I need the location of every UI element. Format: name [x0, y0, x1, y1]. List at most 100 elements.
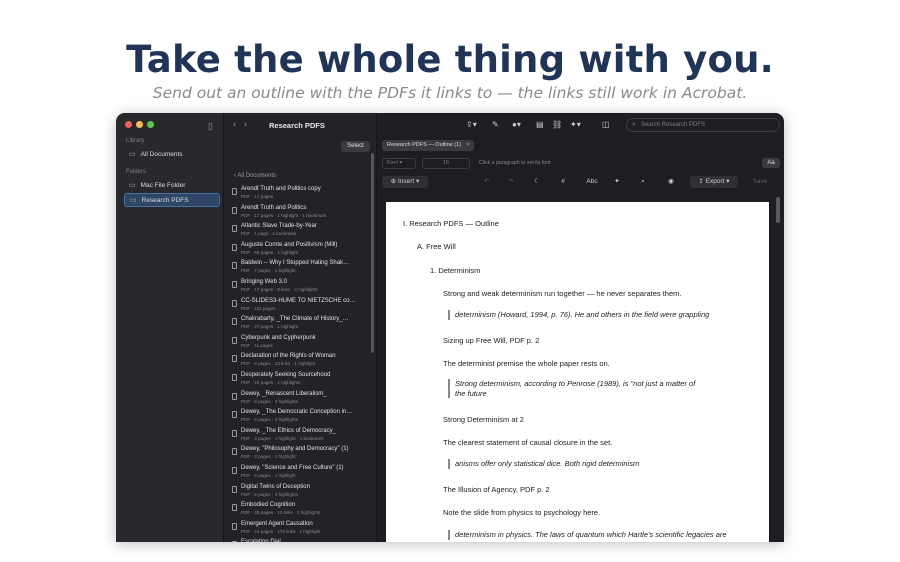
outline-note: Strong and weak determinism run together… [443, 289, 682, 298]
list-item[interactable]: CC-SLIDES3-HUME TO NIETZSCHE co… PDF · 11… [224, 296, 370, 315]
list-item[interactable]: Dewey, _The Democratic Conception in… PDF… [224, 407, 370, 426]
outline-quote: determinism in physics. The laws of quan… [448, 530, 727, 540]
list-item[interactable]: Atlantic Slave Trade-by-Year PDF · 1 page… [224, 221, 370, 240]
select-button[interactable]: Select [341, 141, 370, 152]
sidebar-item-research-pdfs[interactable]: ▭ Research PDFS [124, 193, 220, 207]
preview-eye-icon[interactable]: ◉ [664, 176, 678, 188]
find-icon[interactable]: ⌕ [636, 176, 650, 188]
dark-mode-icon[interactable]: ☾ [530, 176, 544, 188]
document-meta: PDF · 17 pages [241, 194, 274, 199]
close-window-button[interactable] [125, 121, 132, 128]
sidebar-item-all-documents[interactable]: ▭ All Documents [124, 147, 220, 161]
document-icon [232, 243, 237, 251]
list-item[interactable]: Arendt Truth and Politics copy PDF · 17 p… [224, 184, 370, 203]
document-title: Dewey, _The Democratic Conception in… [241, 409, 353, 416]
list-item[interactable]: Cyberpunk and Cypherpunk PDF · 11 pages [224, 333, 370, 352]
list-item[interactable]: Dewey, _The Ethics of Democracy_ PDF · 4 … [224, 426, 370, 445]
magic-icon[interactable]: ✦ [610, 176, 624, 188]
document-icon [232, 280, 237, 288]
sidebar-toggle-icon[interactable]: ▯ [208, 121, 213, 132]
list-scrollbar[interactable] [371, 153, 374, 353]
close-tab-icon[interactable]: × [467, 140, 470, 151]
sidebar-item-mac-file-folder[interactable]: ▭ Mac File Folder [124, 178, 220, 192]
list-item[interactable]: Dewey, _Renascent Liberalism_ PDF · 8 pag… [224, 389, 370, 408]
color-circle-icon[interactable]: ●▾ [512, 120, 521, 129]
insert-label: Insert [397, 178, 415, 185]
document-title: Arendt Truth and Politics copy [241, 186, 321, 192]
export-button[interactable]: ⇪ Export ▾ [690, 176, 738, 188]
sidebar-item-label: All Documents [140, 150, 183, 158]
spellcheck-button[interactable]: Abc [582, 176, 602, 188]
document-meta: PDF · 65 pages · 1 highlight [241, 249, 299, 255]
list-item[interactable]: Chakrabarty, _The Climate of History_… PD… [224, 314, 370, 333]
zoom-window-button[interactable] [147, 121, 154, 128]
document-title: Digital Twins of Deception [241, 483, 310, 490]
document-title: Emergent Agent Causation [241, 520, 313, 527]
markup-pen-icon[interactable]: ✎ [492, 120, 499, 129]
list-item[interactable]: Arendt Truth and Politics PDF · 17 pages … [224, 203, 370, 222]
list-item[interactable]: Declaration of the Rights of Woman PDF · … [224, 351, 370, 370]
document-meta: PDF · 11 pages [241, 342, 273, 348]
document-meta: PDF · 35 pages · 13 links · 2 highlights [241, 510, 321, 516]
list-item[interactable]: Baldwin -- Why I Stopped Hating Shak… PDF… [224, 258, 370, 277]
list-item[interactable]: Dewey, "Science and Free Culture" (1) PDF… [224, 463, 370, 482]
list-item[interactable]: Dewey, "Philosophy and Democracy" (1) PDF… [224, 444, 370, 463]
list-item[interactable]: Embodied Cognition PDF · 35 pages · 13 li… [224, 500, 370, 519]
editor-scrollbar[interactable] [776, 197, 780, 223]
outline-link[interactable]: Strong Determinism at 2 [443, 415, 524, 424]
list-item[interactable]: Bringing Web 3.0 PDF · 17 pages · 9 links… [224, 277, 370, 296]
document-icon [232, 299, 237, 307]
redo-icon[interactable]: ↷ [504, 176, 518, 188]
outline-page[interactable]: I. Research PDFS — Outline A. Free Will … [386, 202, 769, 542]
hero-subtitle: Send out an outline with the PDFs it lin… [152, 84, 748, 102]
magic-wand-icon[interactable]: ✦▾ [570, 120, 581, 129]
font-size-field[interactable]: 16 [422, 158, 470, 169]
font-select[interactable]: Font ▾ [382, 158, 416, 169]
document-icon [232, 448, 237, 456]
outline-link[interactable]: Sizing up Free Will, PDF p. 2 [443, 336, 539, 345]
font-placeholder: Font [387, 160, 399, 166]
inspector-icon[interactable]: ▤ [536, 120, 544, 129]
search-field[interactable]: ⌕ Search Research PDFS [626, 118, 780, 132]
outline-link[interactable]: The Illusion of Agency, PDF p. 2 [443, 485, 550, 494]
list-item[interactable]: Emergent Agent Causation PDF · 24 pages ·… [224, 519, 370, 538]
hashtag-icon[interactable]: # [556, 176, 570, 188]
document-icon [232, 485, 237, 493]
document-title: Desperately Seeking Sourcehood [241, 371, 331, 378]
back-arrow-icon[interactable]: ‹ [233, 119, 236, 129]
text-style-button[interactable]: Aa [762, 158, 780, 168]
document-meta: PDF · 27 pages · 1 highlight [241, 324, 299, 330]
export-label: Export [705, 178, 725, 185]
link-icon[interactable]: ⛓ [552, 120, 562, 129]
nav-arrows: ‹ › [233, 119, 247, 129]
document-icon [232, 318, 237, 326]
panel-toggle-icon[interactable]: ◫ [602, 120, 610, 129]
list-item[interactable]: Digital Twins of Deception PDF · 9 pages … [224, 482, 370, 501]
document-icon [232, 188, 237, 195]
save-button[interactable]: Save [748, 176, 772, 188]
document-icon [232, 466, 237, 474]
list-item[interactable]: Escalation Dial [224, 537, 370, 542]
main-toolbar: ⇪▾ ✎ ●▾ ▤ ⛓ ✦▾ ◫ ⌕ Search Research PDFS [378, 113, 784, 137]
back-to-all-documents[interactable]: ‹ All Documents [234, 173, 276, 179]
list-item[interactable]: Desperately Seeking Sourcehood PDF · 24 p… [224, 370, 370, 389]
folder-icon: ▭ [130, 197, 137, 204]
document-meta: PDF · 7 pages · 1 highlight [241, 268, 296, 274]
share-icon[interactable]: ⇪▾ [466, 120, 477, 129]
document-meta: PDF · 8 pages · 2 highlights [241, 398, 298, 404]
list-item[interactable]: Auguste Comte and Positivism (Mill) PDF ·… [224, 240, 370, 259]
document-title: Dewey, "Philosophy and Democracy" (1) [241, 446, 349, 453]
tab-label: Research PDFS — Outline (1) [387, 142, 461, 148]
hero-title: Take the whole thing with you. [126, 38, 774, 81]
forward-arrow-icon[interactable]: › [244, 119, 247, 129]
library-section-label: Library [126, 138, 145, 144]
document-icon [232, 206, 237, 214]
document-icon [232, 522, 237, 530]
tab-outline[interactable]: Research PDFS — Outline (1) × [382, 140, 474, 151]
outline-heading-1: I. Research PDFS — Outline [403, 219, 499, 228]
minimize-window-button[interactable] [136, 121, 143, 128]
insert-button[interactable]: ⊕ Insert ▾ [382, 176, 428, 188]
app-window: ▯ Library ▭ All Documents Folders ▭ Mac … [116, 113, 784, 542]
document-icon [232, 429, 237, 437]
undo-icon[interactable]: ↶ [480, 176, 494, 188]
